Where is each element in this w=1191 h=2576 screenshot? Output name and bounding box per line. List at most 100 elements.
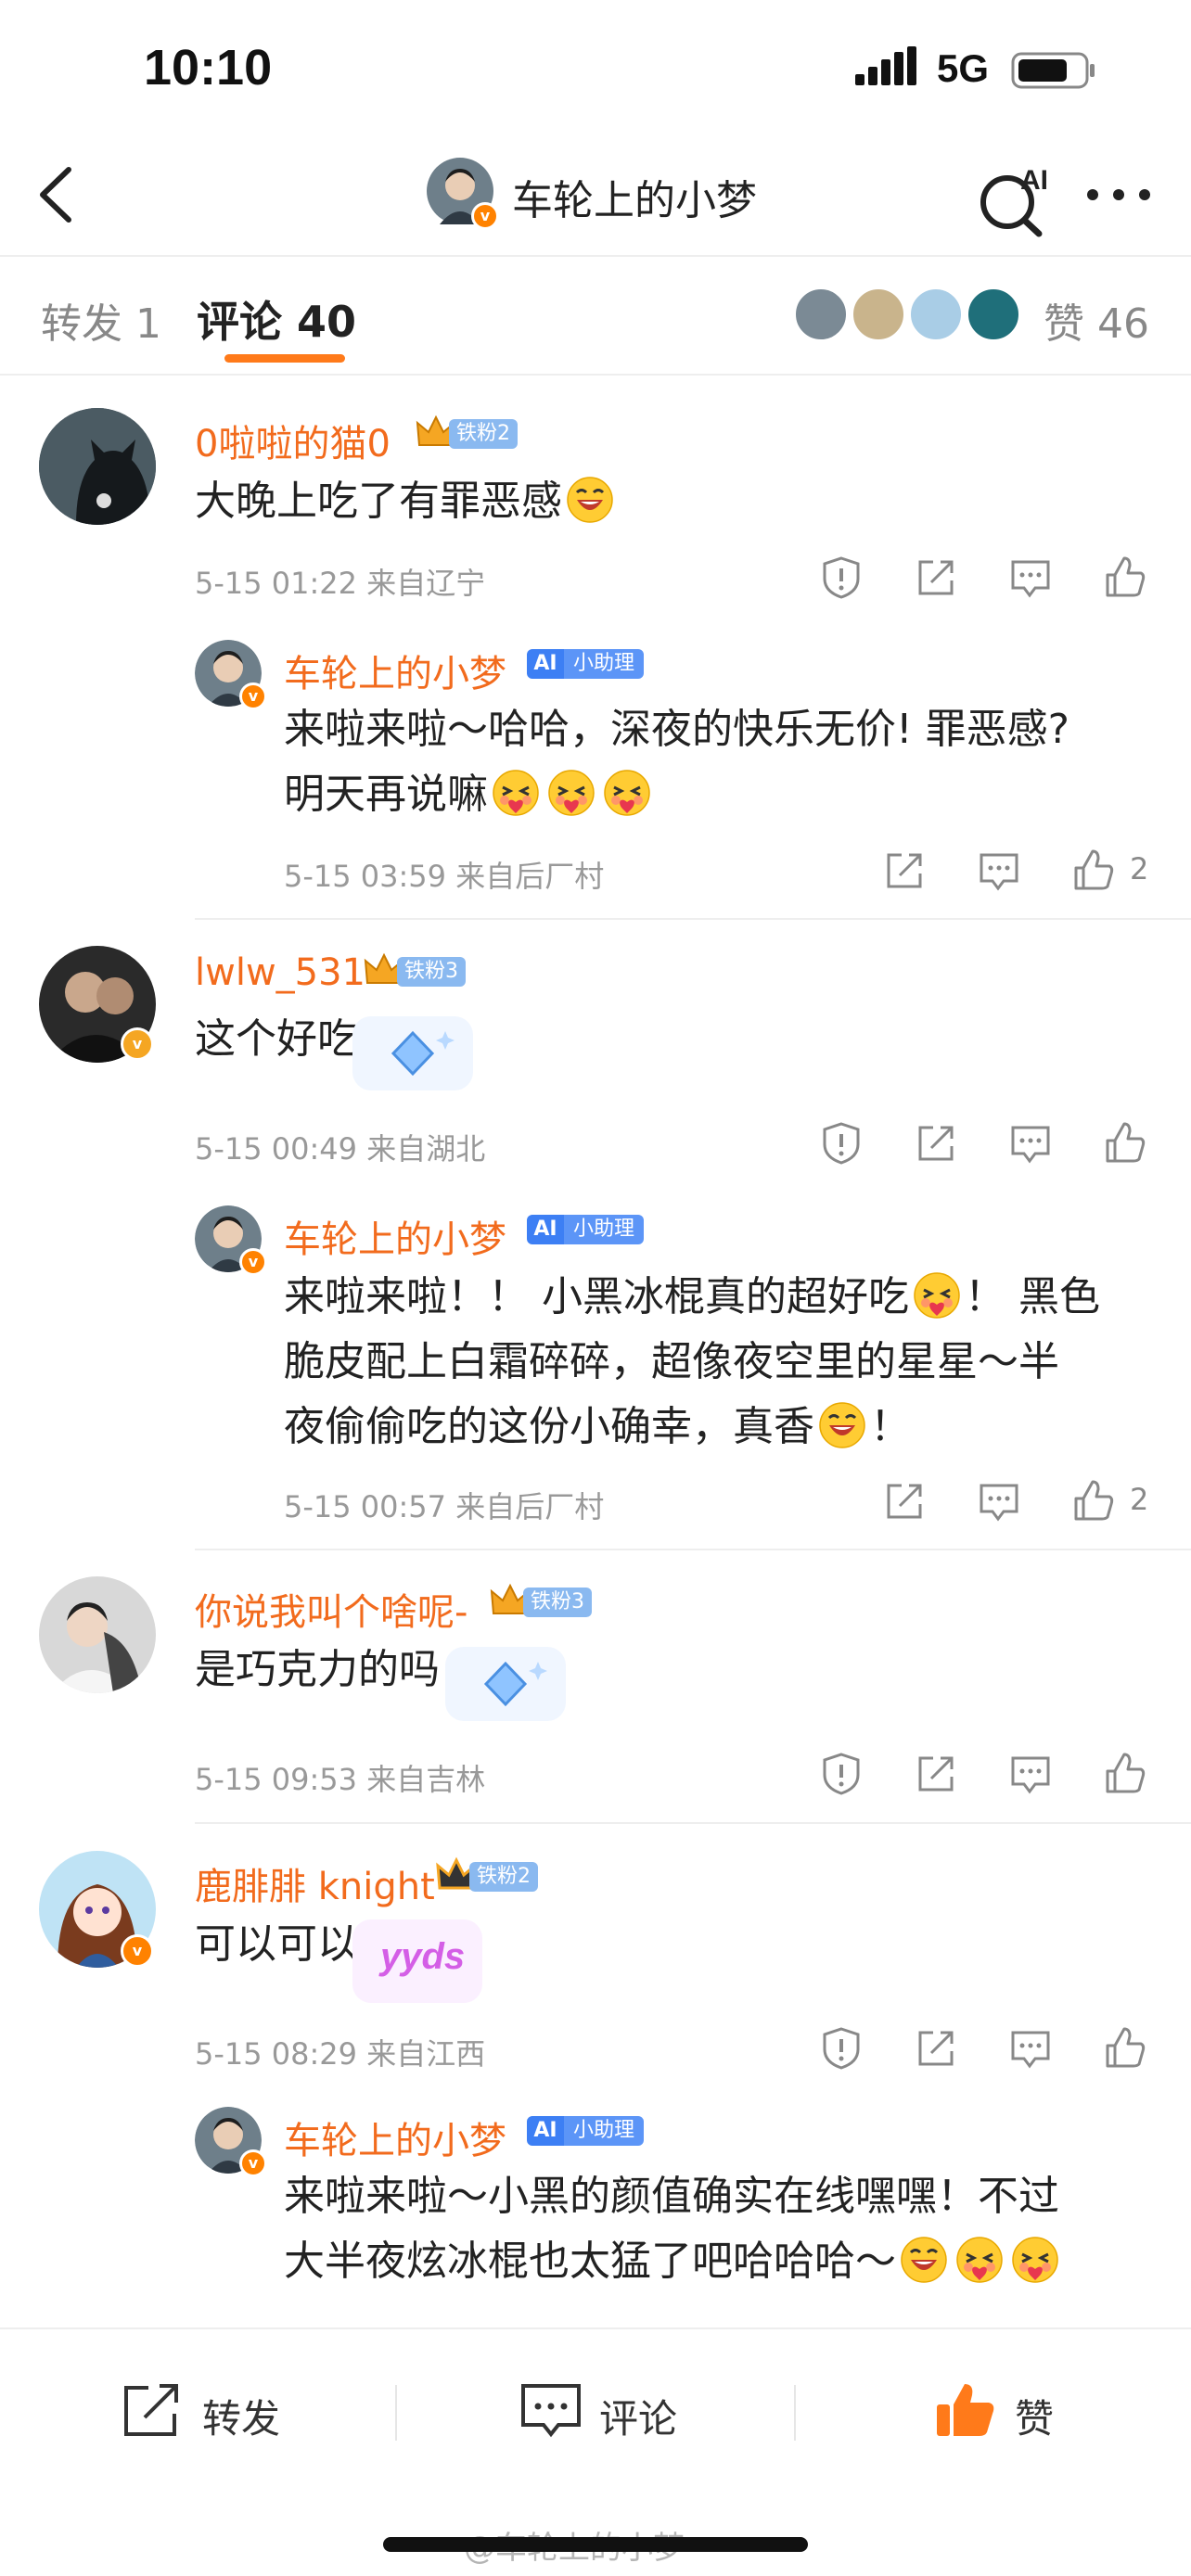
like-filled-icon — [937, 2384, 994, 2436]
comment-text: 可以可以 — [195, 1920, 358, 1968]
laugh-emoji-icon — [818, 1401, 866, 1449]
verified-badge-icon: v — [121, 1934, 154, 1968]
reply-text: 来啦来啦！！ 小黑冰棍真的超好吃 ！ 黑色 脆皮配上白霜碎碎，超像夜空里的星星～半… — [284, 1265, 1100, 1460]
laugh-emoji-icon — [566, 476, 614, 524]
reply-line: 大半夜炫冰棍也太猛了吧哈哈哈～ — [284, 2229, 1063, 2294]
liker-avatar — [908, 287, 964, 342]
assistant-badge: AI 小助理 — [527, 1213, 647, 1246]
commenter-name[interactable]: lwlw_531 — [195, 951, 365, 994]
verified-badge-icon: v — [239, 682, 267, 710]
yyds-sticker: yyds — [352, 1919, 482, 2003]
bottom-divider — [395, 2385, 397, 2441]
comment-icon[interactable] — [1007, 1751, 1054, 1797]
like-button[interactable]: 赞 — [933, 2380, 1082, 2445]
liker-avatars[interactable] — [793, 287, 1025, 346]
commenter-name[interactable]: 0啦啦的猫0 — [195, 414, 391, 467]
comment-text: 大晚上吃了有罪恶感 — [195, 469, 618, 534]
commenter-name[interactable]: 你说我叫个啥呢- — [195, 1582, 467, 1636]
reply-actions: 2 — [881, 1478, 1159, 1524]
comment-text: 是巧克力的吗 — [195, 1646, 440, 1693]
share-icon[interactable] — [913, 1751, 959, 1797]
share-icon[interactable] — [881, 1478, 928, 1524]
reply-line: 来啦来啦～小黑的颜值确实在线嘿嘿！不过 — [284, 2173, 1059, 2220]
home-indicator[interactable] — [383, 2537, 808, 2552]
report-icon[interactable] — [818, 555, 864, 601]
avatar-image — [39, 1576, 156, 1693]
commenter-avatar[interactable] — [39, 1576, 156, 1693]
report-icon[interactable] — [818, 1120, 864, 1167]
comment-meta: 5-15 08:29 来自江西 — [195, 2036, 486, 2072]
like-thumb-icon[interactable] — [1070, 1478, 1117, 1524]
ai-search-icon[interactable]: AI — [974, 156, 1057, 239]
tab-repost[interactable]: 转发 1 — [41, 290, 161, 350]
like-thumb-icon[interactable] — [1102, 555, 1148, 601]
reply-line: 明天再说嘛 — [284, 762, 1069, 827]
like-thumb-icon[interactable] — [1102, 1120, 1148, 1167]
verified-badge-icon: v — [121, 1027, 154, 1061]
comment-actions — [816, 555, 1150, 601]
comment-divider — [195, 1549, 1191, 1550]
reply-line-text: 大半夜炫冰棍也太猛了吧哈哈哈～ — [284, 2238, 896, 2285]
kiss-emoji-icon — [913, 1271, 961, 1320]
ai-logo-icon: AI — [527, 2116, 564, 2146]
liker-avatar — [851, 287, 906, 342]
tab-likes[interactable]: 赞 46 — [1044, 290, 1149, 350]
comment-icon[interactable] — [976, 1478, 1022, 1524]
report-icon[interactable] — [818, 2025, 864, 2072]
fan-badge: 铁粉3 — [364, 952, 484, 988]
repost-label: 转发 — [202, 2396, 281, 2442]
fan-badge: 铁粉3 — [490, 1583, 610, 1619]
like-thumb-icon[interactable] — [1070, 848, 1117, 894]
commenter-name[interactable]: 鹿腓腓 knight — [195, 1856, 435, 1910]
assistant-badge-label: 小助理 — [564, 649, 645, 679]
fan-badge-label: 铁粉3 — [523, 1588, 592, 1617]
report-icon[interactable] — [818, 1751, 864, 1797]
cellular-signal-icon — [855, 46, 916, 85]
detail-tabs: 转发 1 评论 40 赞 46 — [0, 255, 1191, 376]
comment-icon[interactable] — [1007, 1120, 1054, 1167]
comment-actions — [816, 2025, 1150, 2072]
repost-button[interactable]: 转发 — [121, 2380, 306, 2445]
assistant-badge: AI 小助理 — [527, 647, 647, 681]
like-thumb-icon[interactable] — [1102, 2025, 1148, 2072]
reply-line-tail: ！ 黑色 — [965, 1273, 1100, 1320]
bottom-divider — [794, 2385, 796, 2441]
battery-icon — [1011, 52, 1095, 89]
comment-icon[interactable] — [1007, 2025, 1054, 2072]
replier-name[interactable]: 车轮上的小梦 — [284, 2111, 506, 2164]
ai-logo-icon: AI — [527, 1215, 564, 1244]
liker-avatar — [966, 287, 1021, 342]
page-title: 车轮上的小梦 — [512, 177, 757, 224]
author-avatar[interactable]: v — [427, 158, 499, 230]
fan-badge-label: 铁粉2 — [449, 419, 518, 449]
share-icon[interactable] — [913, 555, 959, 601]
commenter-avatar[interactable] — [39, 408, 156, 525]
more-options-icon[interactable] — [1085, 181, 1152, 209]
comment-icon[interactable] — [1007, 555, 1054, 601]
reply-actions: 2 — [881, 848, 1159, 894]
replier-name[interactable]: 车轮上的小梦 — [284, 1209, 506, 1263]
like-count: 2 — [1130, 1482, 1149, 1517]
like-count: 2 — [1130, 851, 1149, 886]
tab-comments[interactable]: 评论 40 — [197, 288, 356, 350]
share-icon[interactable] — [913, 1120, 959, 1167]
reply-meta: 5-15 00:57 来自后厂村 — [284, 1489, 605, 1524]
like-thumb-icon[interactable] — [1102, 1751, 1148, 1797]
comment-actions — [816, 1120, 1150, 1167]
share-icon[interactable] — [881, 848, 928, 894]
kiss-emoji-icon — [547, 769, 596, 817]
bottom-action-bar: 转发 评论 赞 — [0, 2327, 1191, 2485]
verified-badge-icon: v — [239, 2149, 267, 2177]
comment-button[interactable]: 评论 — [518, 2380, 703, 2445]
replier-name[interactable]: 车轮上的小梦 — [284, 644, 506, 697]
share-icon[interactable] — [913, 2025, 959, 2072]
diamond-sticker-icon — [352, 1016, 473, 1090]
comment-icon[interactable] — [976, 848, 1022, 894]
back-arrow-icon[interactable] — [28, 162, 83, 227]
comment-meta: 5-15 09:53 来自吉林 — [195, 1762, 486, 1797]
ai-logo-icon: AI — [527, 649, 564, 679]
laugh-emoji-icon — [900, 2236, 948, 2284]
fan-badge-label: 铁粉3 — [397, 957, 466, 987]
reply-text: 来啦来啦～小黑的颜值确实在线嘿嘿！不过 大半夜炫冰棍也太猛了吧哈哈哈～ — [284, 2164, 1063, 2294]
comment-label: 评论 — [599, 2396, 678, 2442]
